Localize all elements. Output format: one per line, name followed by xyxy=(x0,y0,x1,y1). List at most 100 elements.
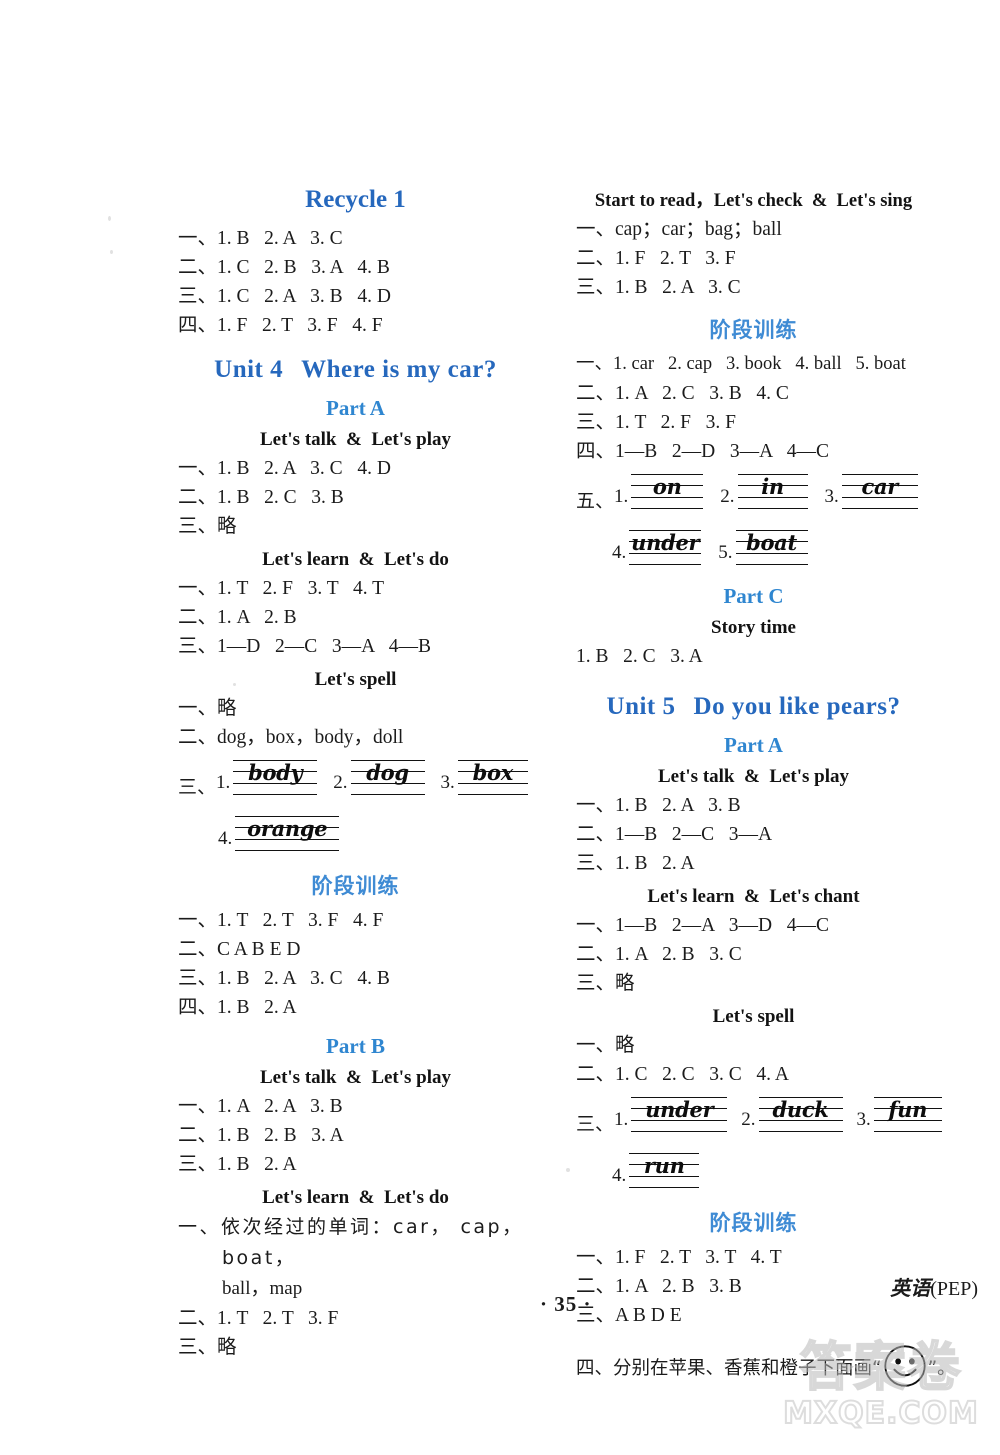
answer-line: 三、1. B 2. A 3. C xyxy=(576,277,741,298)
four-line-rule: run xyxy=(629,1151,700,1195)
four-line-rule: in xyxy=(737,472,808,516)
section-lets-learn-chant: Let's learn & Let's chant xyxy=(647,886,860,907)
section-lets-talk-play: Let's talk & Let's play xyxy=(259,1067,452,1088)
handwriting-item: 4. under xyxy=(612,528,702,572)
four-line-rule: box xyxy=(457,758,528,802)
item-number: 2. xyxy=(720,486,735,507)
answer-line: 三、1—D 2—C 3—A 4—B xyxy=(178,636,431,657)
scan-artifact xyxy=(566,1168,570,1172)
scan-artifact xyxy=(108,216,111,221)
four-line-rule: boat xyxy=(735,528,808,572)
handwritten-word: dog xyxy=(366,760,409,785)
answer-line: 二、1. C 2. C 3. C 4. A xyxy=(576,1064,789,1085)
left-column: Recycle 1 一、1. B 2. A 3. C 二、1. C 2. B 3… xyxy=(178,186,533,1362)
watermark-en-text: MXQE.COM xyxy=(782,1396,979,1432)
item-number: 4. xyxy=(218,828,233,849)
handwriting-row: 三、 1. under 2. duck 3. fun xyxy=(576,1095,942,1139)
answer-line: 一、依次经过的单词：car， cap， boat， xyxy=(178,1212,533,1274)
heading-unit-5: Unit 5 Do you like pears? xyxy=(576,693,931,721)
item-number: 4. xyxy=(612,1165,627,1186)
four-line-rule: dog xyxy=(350,758,425,802)
answer-line: 一、略 xyxy=(178,698,237,719)
unit-label: Unit 4 xyxy=(214,356,284,383)
answer-line: 二、dog，box，body，doll xyxy=(178,727,404,748)
answer-line: 四、1. F 2. T 3. F 4. F xyxy=(178,315,383,336)
handwriting-item: 3. box xyxy=(441,758,528,802)
scan-artifact xyxy=(110,250,113,254)
answer-text: ”。 xyxy=(927,1358,956,1379)
heading-stage-training: 阶段训练 xyxy=(311,874,400,898)
answer-line: 一、1. T 2. T 3. F 4. F xyxy=(178,910,384,931)
answer-line: 二、1. F 2. T 3. F xyxy=(576,248,736,269)
handwritten-word: car xyxy=(861,474,899,499)
answer-line: 二、1. A 2. B xyxy=(178,607,297,628)
four-line-rule: body xyxy=(233,758,318,802)
handwriting-item: 3. fun xyxy=(857,1095,942,1139)
unit-title: Where is my car? xyxy=(301,356,497,383)
section-lets-talk-play: Let's talk & Let's play xyxy=(259,429,452,450)
unit-title: Do you like pears? xyxy=(693,693,901,720)
answer-text: 四、分别在苹果、香蕉和橙子下面画“ xyxy=(576,1358,882,1379)
answer-line: 二、1. A 2. C 3. B 4. C xyxy=(576,383,789,404)
handwriting-item: 2. duck xyxy=(741,1095,843,1139)
answer-line: 三、A B D E xyxy=(576,1305,682,1326)
answer-line: 三、1. T 2. F 3. F xyxy=(576,412,736,433)
item-number: 2. xyxy=(741,1109,756,1130)
answer-line: 三、略 xyxy=(576,973,635,994)
four-line-rule: duck xyxy=(758,1095,843,1139)
answer-line: 二、1—B 2—C 3—A xyxy=(576,824,773,845)
answer-line: 一、1. B 2. A 3. C xyxy=(178,228,343,249)
handwriting-row: 三、 1. body 2. dog 3. box xyxy=(178,758,533,802)
answer-key-page: Recycle 1 一、1. B 2. A 3. C 二、1. C 2. B 3… xyxy=(0,0,1000,1455)
answer-line: 一、1. B 2. A 3. B xyxy=(576,795,741,816)
right-column: Start to read，Let's check & Let's sing 一… xyxy=(576,186,956,1388)
answer-line: 一、1. car 2. cap 3. book 4. ball 5. boat xyxy=(576,354,906,374)
answer-line: 四、1. B 2. A xyxy=(178,997,297,1018)
handwriting-item: 4. orange xyxy=(218,814,340,858)
answer-line: 二、1. A 2. B 3. B xyxy=(576,1276,742,1297)
item-number: 1. xyxy=(614,486,629,507)
answer-line: 一、略 xyxy=(576,1035,635,1056)
handwriting-row: 五、 1. on 2. in 3. car xyxy=(576,472,931,516)
heading-part-a: Part A xyxy=(724,733,783,757)
handwritten-word: body xyxy=(248,760,303,785)
four-line-rule: orange xyxy=(235,814,340,858)
answer-line: 四、1—B 2—D 3—A 4—C xyxy=(576,441,829,462)
handwriting-item: 1. body xyxy=(216,758,318,802)
answer-line: 一、1—B 2—A 3—D 4—C xyxy=(576,915,829,936)
section-lets-learn-do: Let's learn & Let's do xyxy=(262,549,449,570)
answer-text: 一、依次经过的单词：car， cap， boat， xyxy=(178,1216,524,1269)
section-lets-learn-do: Let's learn & Let's do xyxy=(262,1187,449,1208)
book-label-cn: 英语 xyxy=(890,1276,931,1300)
item-number: 五、 xyxy=(576,491,615,512)
four-line-rule: car xyxy=(841,472,918,516)
answer-line: 一、cap；car；bag；ball xyxy=(576,219,782,240)
handwritten-word: fun xyxy=(888,1097,928,1122)
item-number: 三、 xyxy=(576,1114,615,1135)
heading-part-b: Part B xyxy=(326,1034,385,1058)
answer-line: 1. B 2. C 3. A xyxy=(576,646,703,667)
handwritten-word: in xyxy=(761,474,784,499)
handwritten-word: orange xyxy=(247,816,328,841)
answer-line: 三、1. B 2. A xyxy=(576,853,695,874)
item-number: 1. xyxy=(216,772,231,793)
item-number: 三、 xyxy=(178,777,217,798)
four-line-rule: on xyxy=(631,472,704,516)
item-number: 1. xyxy=(614,1109,629,1130)
heading-unit-4: Unit 4 Where is my car? xyxy=(178,356,533,384)
answer-line: 二、1. A 2. B 3. C xyxy=(576,944,742,965)
handwriting-item: 1. on xyxy=(614,472,704,516)
handwriting-item: 1. under xyxy=(614,1095,728,1139)
answer-line: 一、1. A 2. A 3. B xyxy=(178,1096,343,1117)
answer-text: ball，map xyxy=(222,1278,303,1299)
heading-part-a: Part A xyxy=(326,396,385,420)
answer-line: 二、1. B 2. B 3. A xyxy=(178,1125,344,1146)
heading-stage-training: 阶段训练 xyxy=(709,318,798,342)
answer-line-with-smiley: 四、分别在苹果、香蕉和橙子下面画“ ”。 xyxy=(576,1344,956,1388)
item-number: 3. xyxy=(440,772,455,793)
item-number: 2. xyxy=(333,772,348,793)
book-label: 英语(PEP) xyxy=(890,1272,978,1301)
answer-line: 一、1. T 2. F 3. T 4. T xyxy=(178,578,385,599)
answer-line: 三、1. C 2. A 3. B 4. D xyxy=(178,286,391,307)
section-start-to-read: Start to read，Let's check & Let's sing xyxy=(594,191,913,211)
